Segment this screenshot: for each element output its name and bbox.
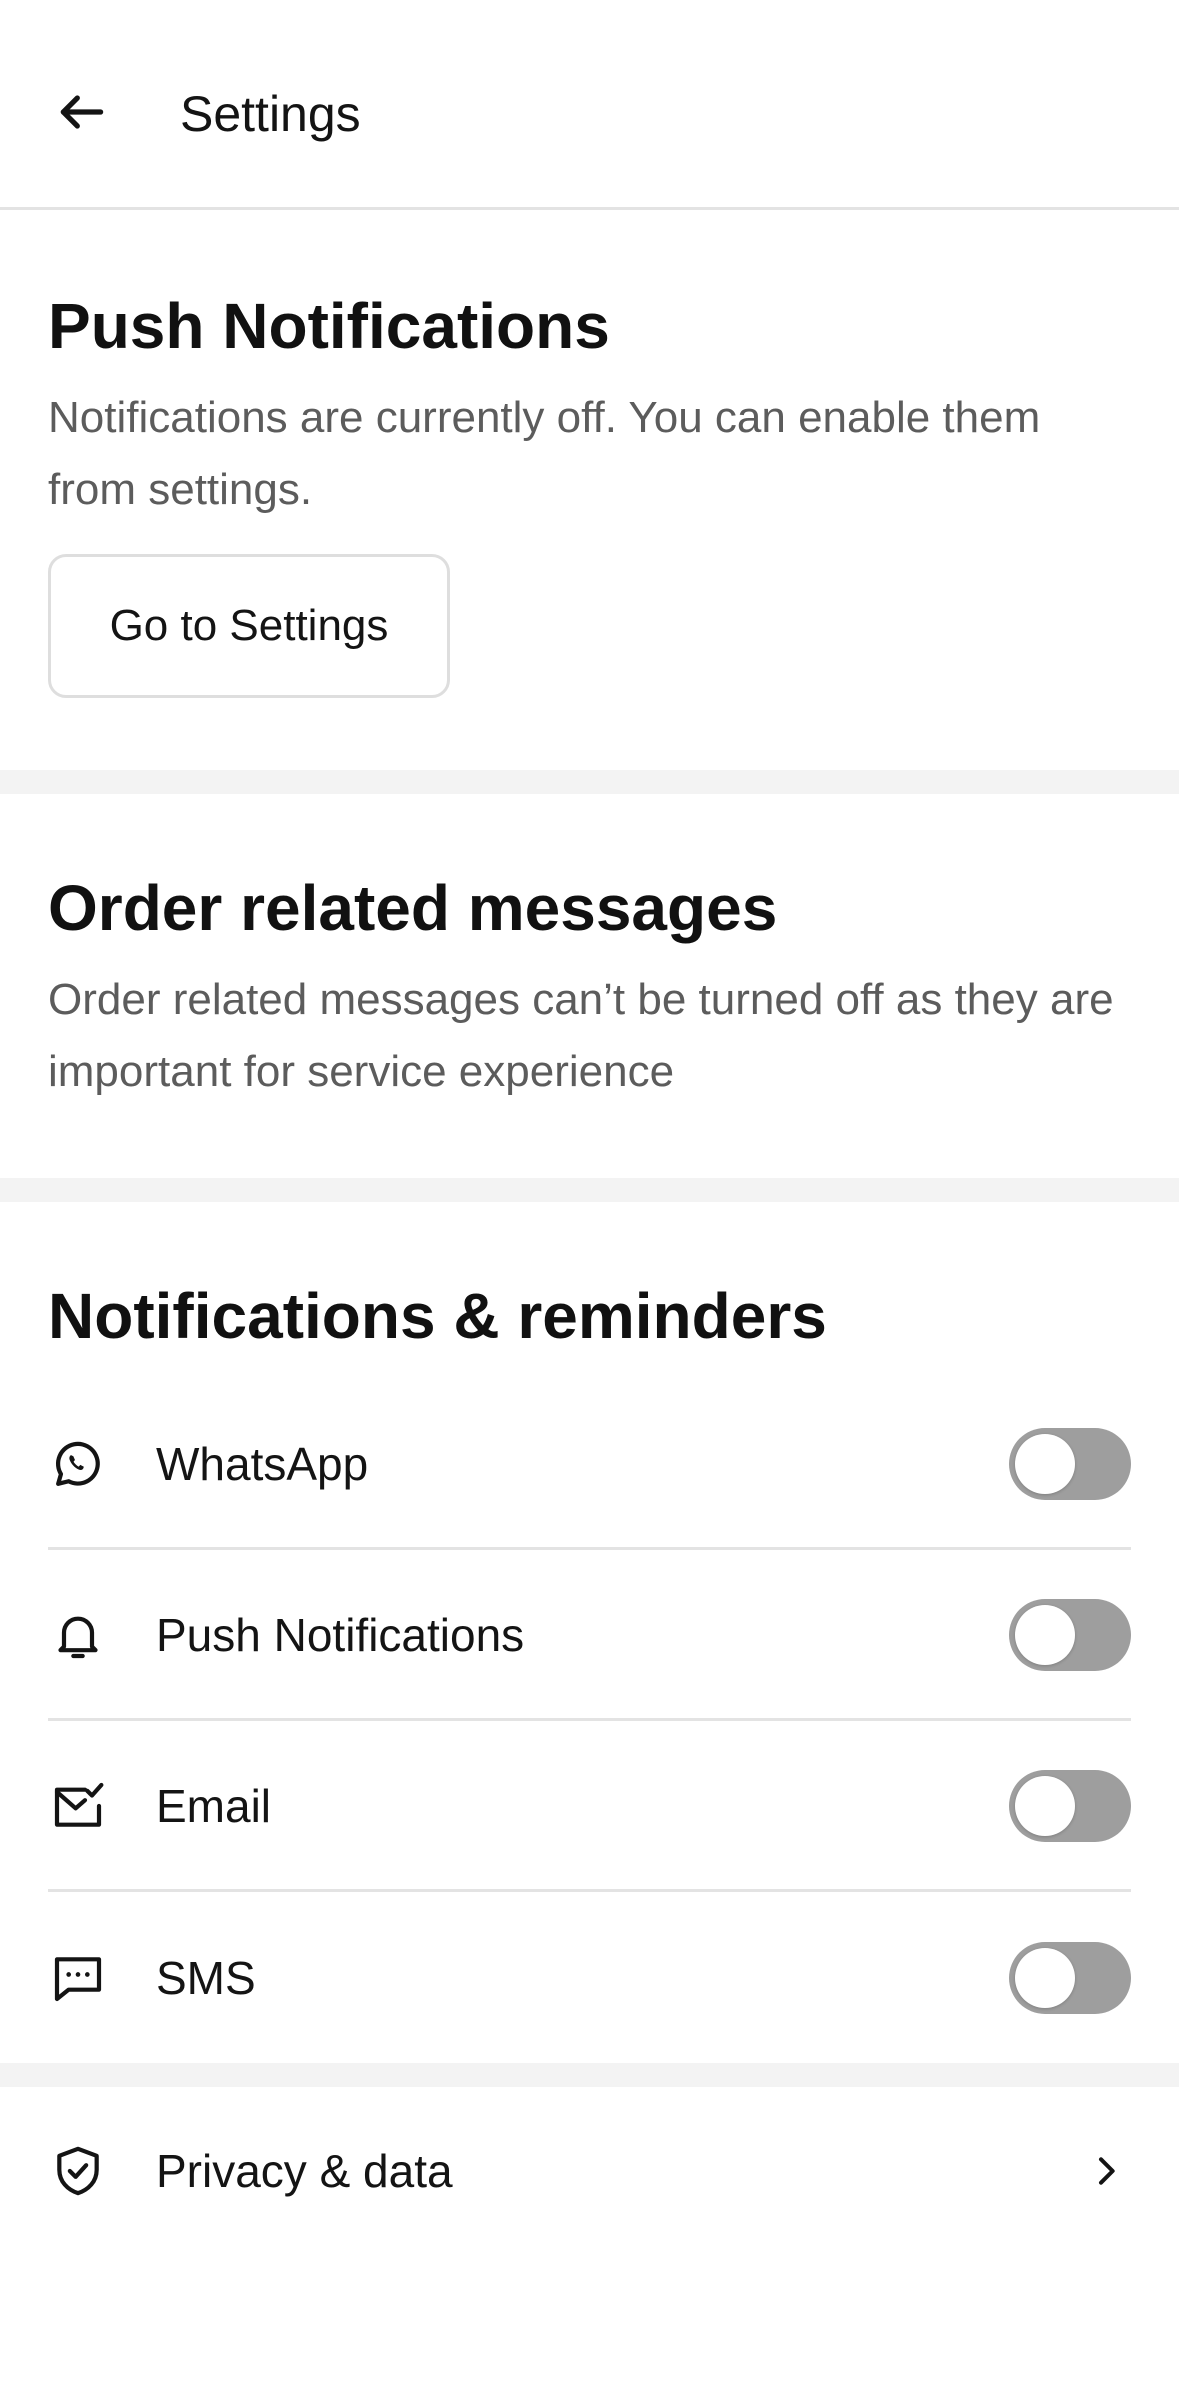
privacy-data-label: Privacy & data: [156, 2145, 453, 2197]
email-toggle[interactable]: [1009, 1769, 1131, 1842]
privacy-data-row[interactable]: Privacy & data: [48, 2086, 1131, 2256]
message-dots-icon: [48, 1948, 108, 2008]
toggle-knob: [1015, 1775, 1075, 1836]
order-messages-heading: Order related messages: [48, 872, 778, 944]
go-to-settings-button[interactable]: Go to Settings: [48, 554, 450, 698]
email-row: Email: [48, 1722, 1131, 1892]
whatsapp-icon: [48, 1434, 108, 1494]
push-notifications-toggle[interactable]: [1009, 1598, 1131, 1671]
mail-check-icon: [48, 1776, 108, 1836]
order-messages-description: Order related messages can’t be turned o…: [48, 975, 1114, 1096]
back-button[interactable]: [42, 72, 122, 152]
sms-label: SMS: [156, 1952, 256, 2004]
toggle-knob: [1015, 1604, 1075, 1665]
section-divider: [0, 2063, 1179, 2087]
push-notifications-row: Push Notifications: [48, 1551, 1131, 1721]
toggle-knob: [1015, 1948, 1075, 2008]
page-title: Settings: [180, 86, 361, 142]
whatsapp-row: WhatsApp: [48, 1380, 1131, 1550]
whatsapp-toggle[interactable]: [1009, 1427, 1131, 1500]
chevron-right-icon: [1081, 2146, 1131, 2196]
sms-row: SMS: [48, 1893, 1131, 2063]
section-divider: [0, 770, 1179, 794]
push-notifications-heading: Push Notifications: [48, 290, 610, 362]
arrow-left-icon: [60, 95, 104, 129]
whatsapp-label: WhatsApp: [156, 1437, 369, 1490]
shield-check-icon: [48, 2141, 108, 2201]
email-label: Email: [156, 1779, 272, 1832]
reminders-heading: Notifications & reminders: [48, 1280, 827, 1352]
app-header: Settings: [0, 0, 1179, 210]
push-notifications-label: Push Notifications: [156, 1608, 525, 1661]
push-notifications-description: Notifications are currently off. You can…: [48, 393, 1041, 514]
toggle-knob: [1015, 1433, 1075, 1494]
bell-icon: [48, 1605, 108, 1665]
section-divider: [0, 1178, 1179, 1202]
sms-toggle[interactable]: [1009, 1942, 1131, 2014]
